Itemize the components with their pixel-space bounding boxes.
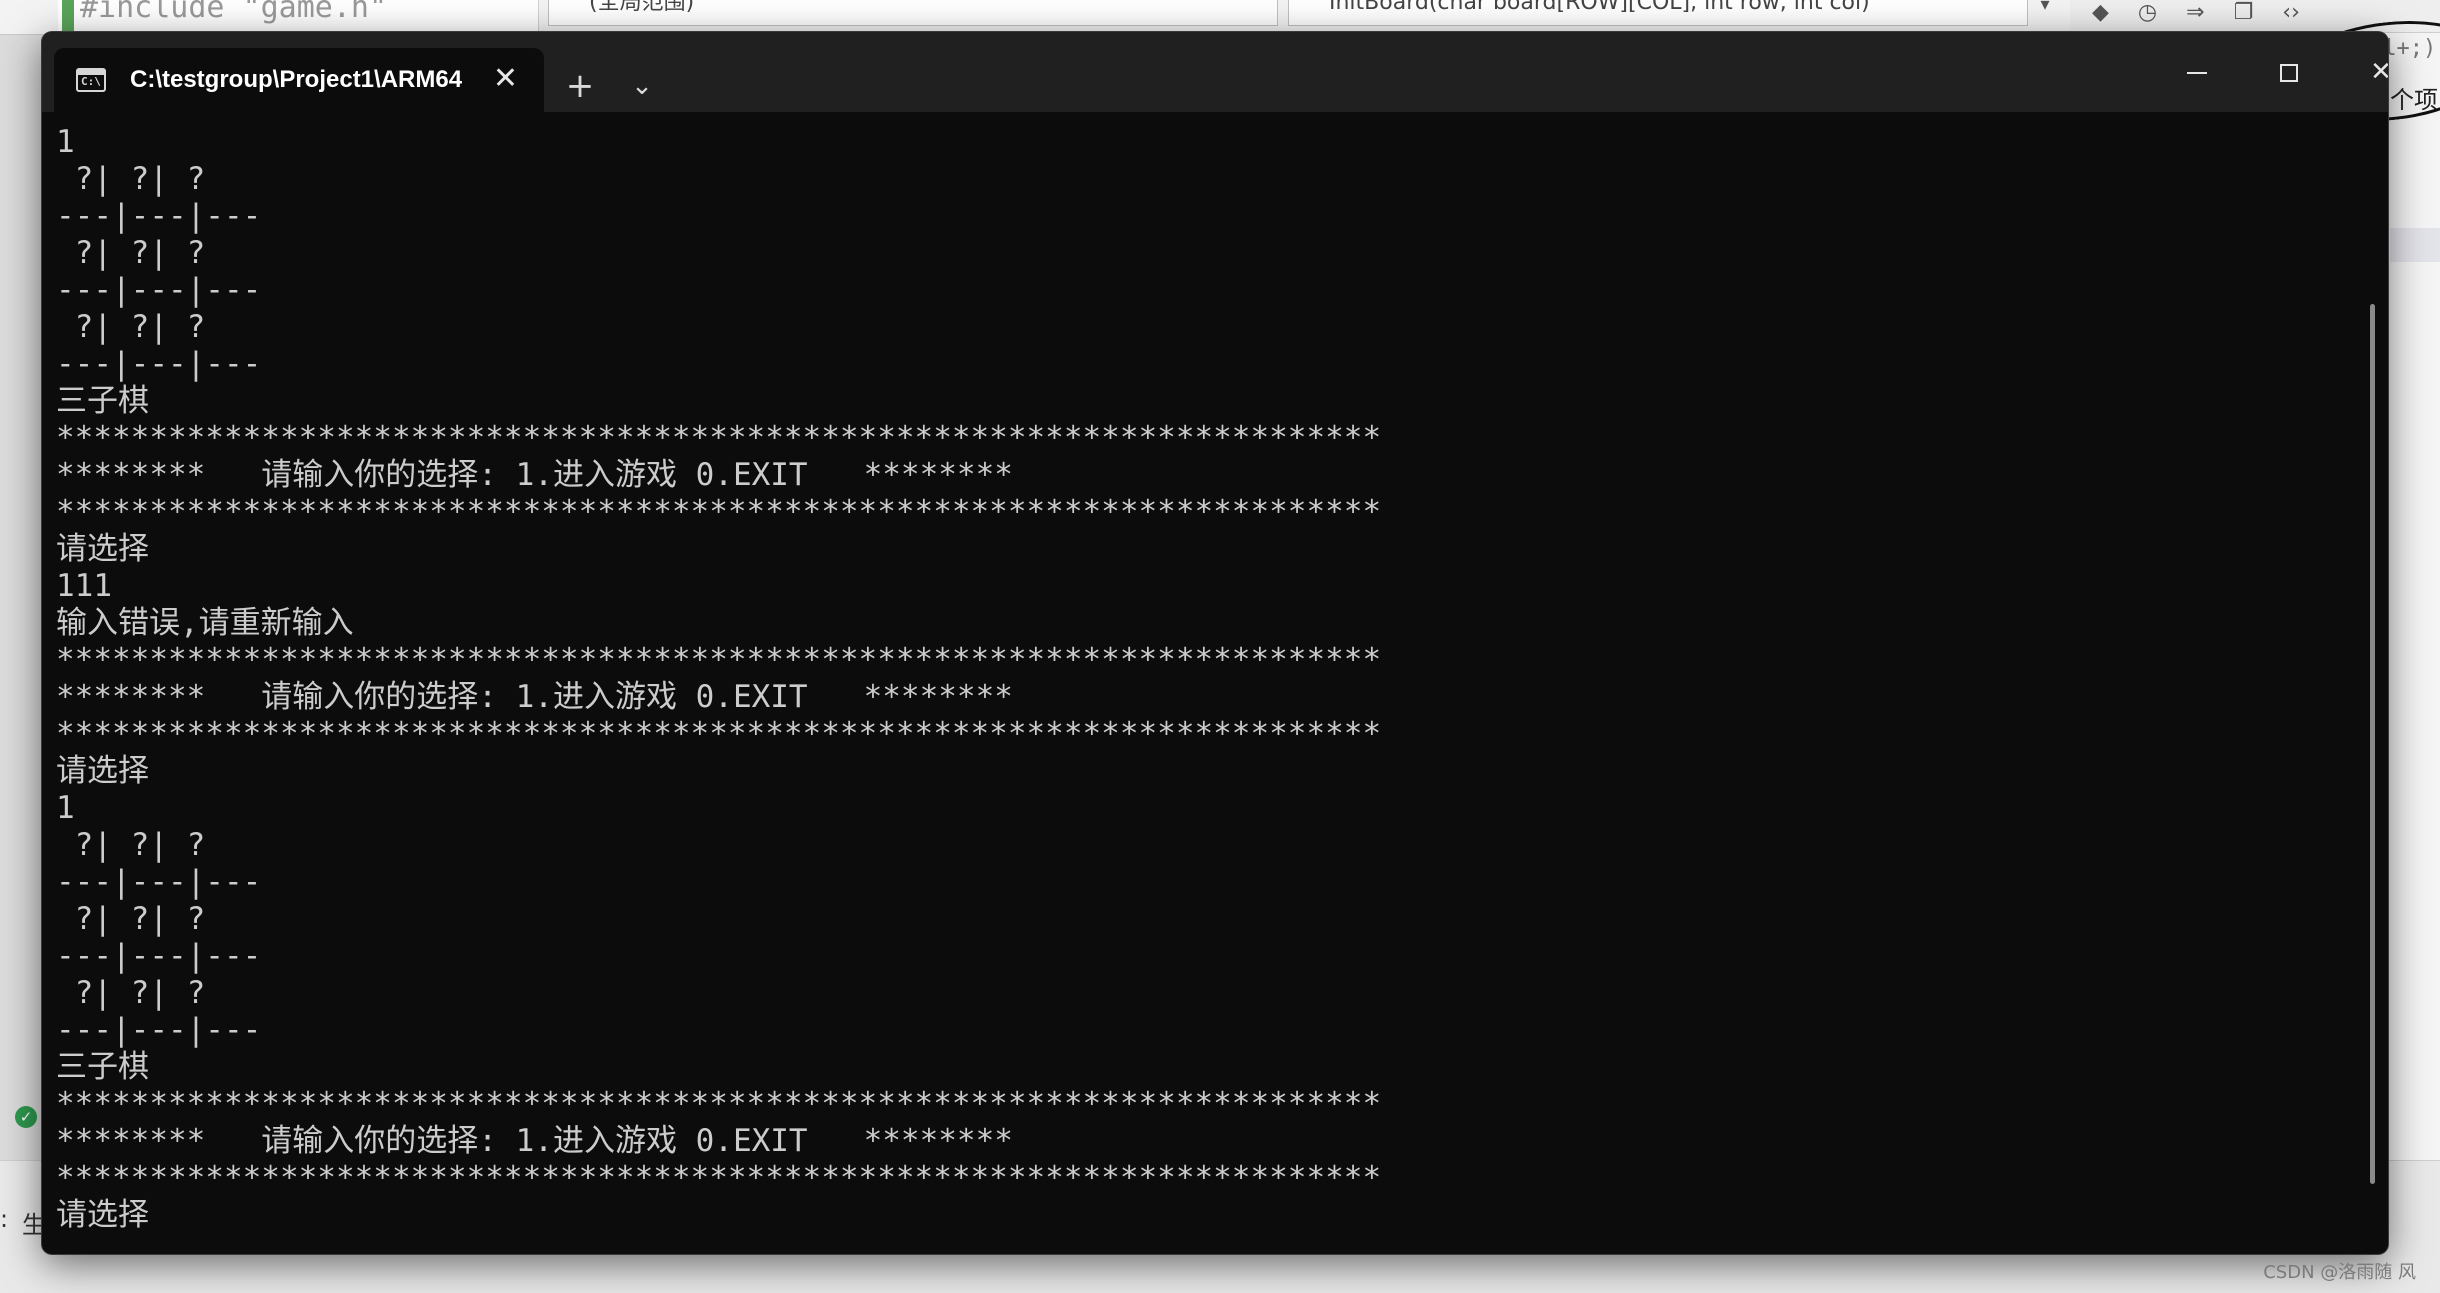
terminal-line: ?| ?| ? [56,901,206,937]
ide-scope-dropdown[interactable]: (全局范围) [548,0,1278,26]
terminal-line: ?| ?| ? [56,309,206,345]
terminal-tab[interactable]: C:\ C:\testgroup\Project1\ARM64 ✕ [54,48,544,112]
terminal-line: 三子棋 [56,383,149,419]
terminal-line: ?| ?| ? [56,975,206,1011]
terminal-titlebar[interactable]: C:\ C:\testgroup\Project1\ARM64 ✕ + ⌄ ✕ [42,32,2388,112]
terminal-line: ****************************************… [56,1160,1382,1196]
chevron-down-icon[interactable]: ⌄ [622,66,662,106]
terminal-line: ---|---|--- [56,346,262,382]
scrollbar-thumb[interactable] [2370,304,2375,1184]
terminal-line: ---|---|--- [56,1012,262,1048]
terminal-line: ****************************************… [56,642,1382,678]
terminal-line: ****************************************… [56,494,1382,530]
terminal-line: ?| ?| ? [56,827,206,863]
terminal-line: 请选择 [56,1197,149,1233]
arrow-right-icon[interactable]: ⇒ [2186,2,2204,24]
terminal-line: ******** 请输入你的选择: 1.进入游戏 0.EXIT ******** [56,1123,1013,1159]
maximize-icon [2280,63,2298,82]
chevron-down-icon[interactable]: ▾ [2030,0,2060,26]
terminal-line: ?| ?| ? [56,161,206,197]
terminal-line: ****************************************… [56,420,1382,456]
code-icon[interactable]: ‹› [2282,2,2300,24]
terminal-line: 输入错误,请重新输入 [56,605,354,641]
terminal-line: ****************************************… [56,1086,1382,1122]
check-icon: ✓ [15,1106,37,1128]
terminal-line: ******** 请输入你的选择: 1.进入游戏 0.EXIT ******** [56,457,1013,493]
history-icon[interactable]: ◷ [2138,2,2157,24]
terminal-window[interactable]: C:\ C:\testgroup\Project1\ARM64 ✕ + ⌄ ✕ … [42,32,2388,1254]
terminal-line: ---|---|--- [56,864,262,900]
vs-icon[interactable]: ◆ [2092,2,2109,24]
terminal-line: ?| ?| ? [56,235,206,271]
terminal-output[interactable]: 1 ?| ?| ? ---|---|--- ?| ?| ? ---|---|--- … [56,124,2346,1244]
maximize-button[interactable] [2244,52,2334,92]
terminal-line: 三子棋 [56,1049,149,1085]
ide-member-dropdown[interactable]: InitBoard(char board[ROW][COL], int row,… [1288,0,2028,26]
tab-title: C:\testgroup\Project1\ARM64 [130,66,463,93]
close-icon[interactable]: ✕ [493,62,518,96]
terminal-line: ****************************************… [56,716,1382,752]
terminal-line: 1 [56,790,75,826]
ide-code-line: #include "game.h" [80,0,388,25]
ide-bottom-marker: : [0,1205,9,1233]
plus-icon[interactable]: + [560,66,600,106]
copy-icon[interactable]: ❐ [2234,2,2254,24]
ide-right-selected-row [2390,228,2440,262]
terminal-line: 1 [56,124,75,160]
ide-change-marker [62,0,74,34]
close-window-button[interactable]: ✕ [2336,52,2388,92]
minimize-button[interactable] [2152,52,2242,92]
terminal-line: ******** 请输入你的选择: 1.进入游戏 0.EXIT ******** [56,679,1013,715]
terminal-line: 请选择 [56,531,149,567]
console-icon: C:\ [76,68,106,92]
terminal-line: 111 [56,568,112,604]
terminal-line: ---|---|--- [56,198,262,234]
minimize-icon [2187,71,2207,74]
ide-code-editor: #include "game.h" [58,0,539,34]
terminal-line: ---|---|--- [56,938,262,974]
scrollbar[interactable] [2366,124,2380,1244]
terminal-line: ---|---|--- [56,272,262,308]
close-icon: ✕ [2370,57,2388,87]
watermark: CSDN @洛雨随 风 [2263,1262,2416,1283]
terminal-line: 请选择 [56,753,149,789]
